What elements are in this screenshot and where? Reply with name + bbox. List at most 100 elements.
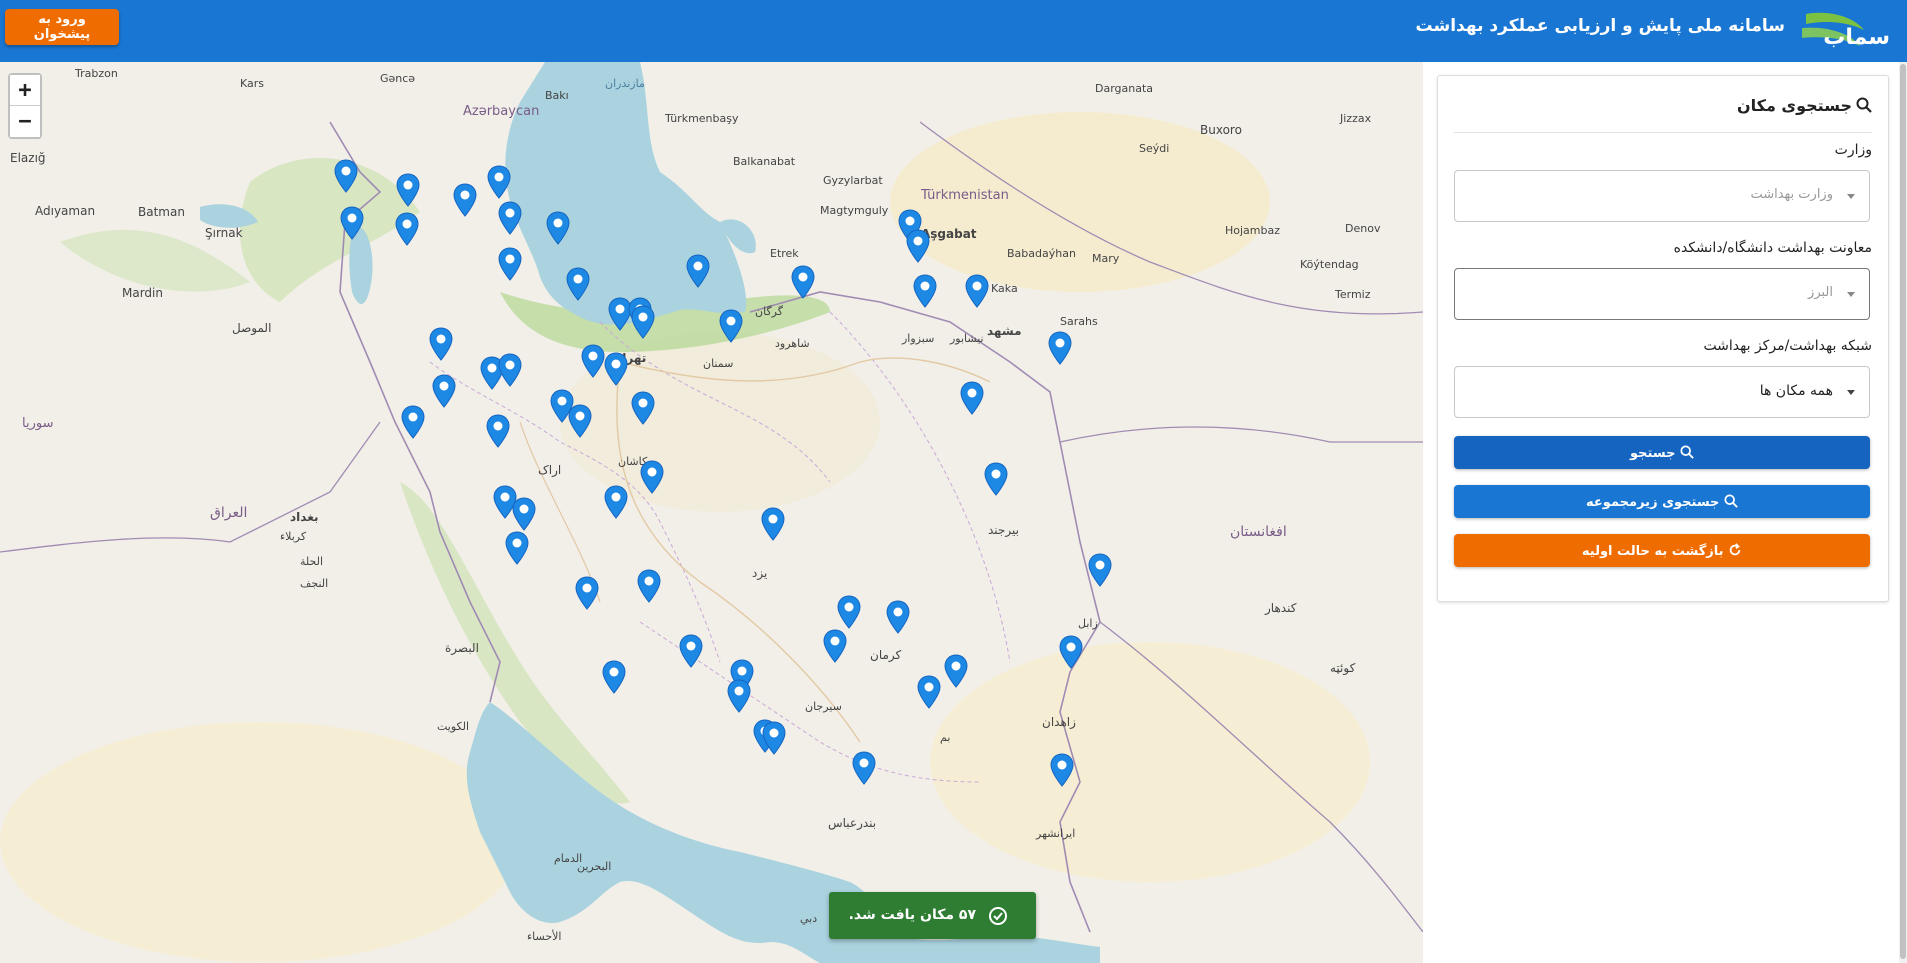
map-label-zahedan: زاهدان xyxy=(1042,715,1076,730)
map-label-magtymguly: Magtymguly xyxy=(820,204,889,217)
reset-button[interactable]: بازگشت به حالت اولیه xyxy=(1454,534,1870,567)
map-label-yazd: یزد xyxy=(752,566,767,581)
map-label-iraq: العراق xyxy=(210,505,247,521)
map-label-baghdad: بغداد xyxy=(290,510,318,524)
map-label-basra: البصرة xyxy=(445,641,479,656)
refresh-icon xyxy=(1729,543,1741,556)
map-label-seydi: Seýdi xyxy=(1139,142,1169,155)
map-label-ganca: Gəncə xyxy=(380,72,415,85)
search-icon xyxy=(1724,494,1738,508)
map-label-neyshabur: نیشابور xyxy=(949,332,984,345)
map-label-hojambaz: Hojambaz xyxy=(1225,224,1280,237)
ministry-label: وزارت xyxy=(1834,142,1872,158)
search-icon xyxy=(1680,445,1694,459)
map-label-ahsa: الأحساء xyxy=(527,929,561,943)
map-label-kaka: Kaka xyxy=(991,282,1018,295)
zoom-control: + − xyxy=(8,73,42,139)
map-label-bandarabbas: بندرعباس xyxy=(828,816,876,831)
map-label-quetta: کوئټه xyxy=(1330,661,1356,676)
map-label-karbala: كربلاء xyxy=(280,530,307,543)
app-header: ورود به پیشخوان سامانه ملی پایش و ارزیاب… xyxy=(0,0,1907,62)
map-label-iranshahr: ایرانشهر xyxy=(1035,827,1075,840)
network-select[interactable]: همه مکان ها xyxy=(1454,366,1870,418)
map-label-arak: اراک xyxy=(538,463,561,478)
map-label-dubai: دبي xyxy=(800,912,817,925)
map-label-kuwait: الكويت xyxy=(437,720,469,733)
map-svg[interactable]: Trabzon Kars Gəncə Bakı Azərbaycan مازند… xyxy=(0,62,1423,963)
map-label-balkanabat: Balkanabat xyxy=(733,155,796,168)
chevron-down-icon xyxy=(1847,390,1855,395)
map-label-mardin: Mardin xyxy=(122,286,163,300)
map-label-elazig: Elazığ xyxy=(10,151,46,165)
map-label-birjand: بیرجند xyxy=(988,523,1019,538)
map-label-sirjan: سیرجان xyxy=(805,700,842,713)
search-panel: جستجوی مکان وزارت وزارت بهداشت معاونت به… xyxy=(1437,75,1889,602)
map-label-buxoro: Buxoro xyxy=(1200,123,1242,137)
zoom-in-button[interactable]: + xyxy=(10,75,40,106)
page-scrollbar[interactable] xyxy=(1899,62,1907,963)
map-label-mary: Mary xyxy=(1092,252,1120,265)
ministry-select-value: وزارت بهداشت xyxy=(1750,187,1833,202)
map-label-semnan: سمنان xyxy=(703,357,733,370)
logo-text: سماب xyxy=(1823,25,1890,50)
sub-search-button[interactable]: جستجوی زیرمجموعه xyxy=(1454,485,1870,518)
map-label-azerbaijan: Azərbaycan xyxy=(463,104,539,119)
map-label-denov: Denov xyxy=(1345,222,1381,235)
map-label-babadayhan: Babadaýhan xyxy=(1007,247,1076,260)
app-title: سامانه ملی پایش و ارزیابی عملکرد بهداشت xyxy=(1415,16,1785,36)
toast-message: ۵۷ مکان یافت شد. xyxy=(848,907,976,923)
sub-search-button-label: جستجوی زیرمجموعه xyxy=(1586,495,1720,510)
map-label-bam: بم xyxy=(940,731,950,744)
map-label-kars: Kars xyxy=(240,77,264,90)
map-label-mashhad: مشهد xyxy=(987,324,1022,338)
map-label-baku: Bakı xyxy=(545,89,569,102)
map-label-adiyaman: Adıyaman xyxy=(35,204,95,218)
university-label: معاونت بهداشت دانشگاه/دانشکده xyxy=(1673,240,1872,256)
map-label-jizzax: Jizzax xyxy=(1339,112,1372,125)
map-label-turkmenbasy: Türkmenbaşy xyxy=(664,112,739,125)
scrollbar-thumb[interactable] xyxy=(1900,64,1906,959)
network-label: شبکه بهداشت/مرکز بهداشت xyxy=(1703,338,1872,354)
map-label-trabzon: Trabzon xyxy=(74,67,118,80)
network-select-value: همه مکان ها xyxy=(1759,383,1833,399)
map-label-kandahar: کندهار xyxy=(1264,601,1297,616)
map-label-darganata: Darganata xyxy=(1095,82,1153,95)
chevron-down-icon xyxy=(1847,292,1855,297)
map-label-sirnak: Şırnak xyxy=(205,226,243,240)
zoom-out-button[interactable]: − xyxy=(10,106,40,137)
login-dashboard-button[interactable]: ورود به پیشخوان xyxy=(5,9,119,45)
search-icon xyxy=(1856,97,1872,113)
map-label-turkmenistan: Türkmenistan xyxy=(920,188,1009,203)
map-label-sarahs: Sarahs xyxy=(1060,315,1098,328)
map-label-syria: سوريا xyxy=(22,416,53,431)
map-label-termiz: Termiz xyxy=(1334,288,1371,301)
check-circle-icon xyxy=(989,907,1007,925)
map-label-hilla: الحلة xyxy=(300,555,323,568)
map-label-ashgabat: Aşgabat xyxy=(921,227,977,241)
map-label-afghanistan: افغانستان xyxy=(1230,524,1287,540)
map-label-gorgan: گرگان xyxy=(755,305,784,318)
map-label-mosul: الموصل xyxy=(232,321,271,336)
map-label-koytendag: Köýtendag xyxy=(1300,258,1359,271)
university-select[interactable]: البرز xyxy=(1454,268,1870,320)
map-label-gyzylarbat: Gyzylarbat xyxy=(823,174,883,187)
map-label-shahrud: شاهرود xyxy=(775,337,810,350)
map-label-caspian: مازندران xyxy=(605,77,645,90)
map-label-kerman: کرمان xyxy=(870,648,902,663)
results-toast: ۵۷ مکان یافت شد. xyxy=(829,892,1036,939)
panel-divider xyxy=(1454,132,1872,133)
map-label-batman: Batman xyxy=(138,205,185,219)
chevron-down-icon xyxy=(1847,194,1855,199)
map-canvas[interactable]: Trabzon Kars Gəncə Bakı Azərbaycan مازند… xyxy=(0,62,1423,963)
university-select-value: البرز xyxy=(1808,285,1833,300)
app-logo-icon: سماب xyxy=(1802,12,1890,50)
map-label-etrek: Etrek xyxy=(770,247,799,260)
panel-title: جستجوی مکان xyxy=(1736,96,1852,115)
reset-button-label: بازگشت به حالت اولیه xyxy=(1581,544,1724,559)
map-label-zabol: زابل xyxy=(1078,617,1098,630)
ministry-select[interactable]: وزارت بهداشت xyxy=(1454,170,1870,222)
map-label-dammam: الدمام xyxy=(554,852,582,865)
search-button[interactable]: جستجو xyxy=(1454,436,1870,469)
search-button-label: جستجو xyxy=(1630,446,1676,461)
map-label-sabzevar: سبزوار xyxy=(901,332,934,345)
